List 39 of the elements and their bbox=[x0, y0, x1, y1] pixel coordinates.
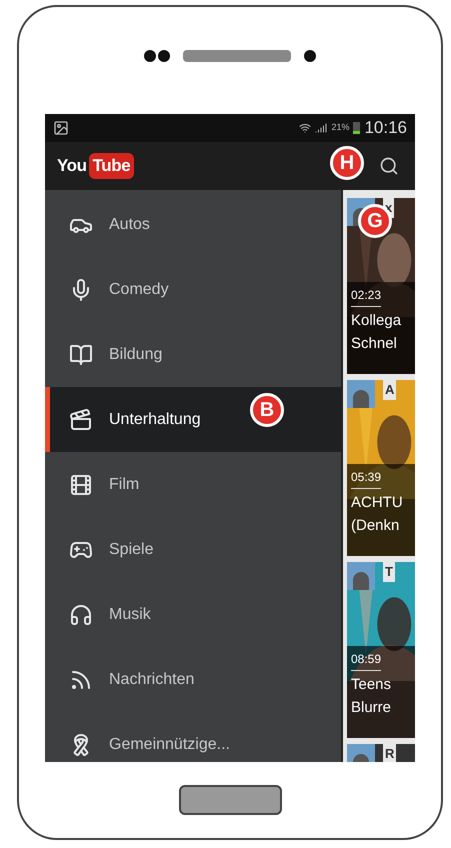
home-button[interactable] bbox=[178, 785, 282, 815]
camera-dots-icon bbox=[143, 48, 171, 62]
category-item[interactable]: Musik bbox=[45, 582, 341, 647]
video-duration: 05:39 bbox=[351, 468, 382, 489]
video-title: Kollega bbox=[351, 311, 402, 330]
logo: You Tube bbox=[57, 153, 134, 179]
category-item[interactable]: Film bbox=[45, 452, 341, 517]
category-item[interactable]: Autos bbox=[45, 192, 341, 257]
video-title: Schnel bbox=[351, 334, 398, 353]
channel-initial: A bbox=[383, 380, 396, 400]
video-duration: 08:59 bbox=[351, 650, 382, 671]
book-icon bbox=[69, 342, 93, 366]
channel-avatar bbox=[347, 380, 375, 408]
video-card[interactable]: R bbox=[347, 744, 415, 762]
image-icon bbox=[53, 120, 69, 136]
video-title: Teens bbox=[351, 675, 392, 694]
video-title: ACHTU bbox=[351, 493, 404, 512]
channel-avatar bbox=[347, 562, 375, 590]
clapperboard-icon bbox=[69, 408, 93, 432]
search-icon bbox=[379, 156, 399, 176]
battery-icon bbox=[353, 122, 360, 134]
film-reel-icon bbox=[69, 472, 93, 496]
channel-initial: T bbox=[383, 562, 395, 582]
video-title: Blurre bbox=[351, 698, 392, 717]
channel-initial: R bbox=[383, 744, 396, 762]
category-item[interactable]: Gemeinnützige... bbox=[45, 712, 341, 762]
video-title: (Denkn bbox=[351, 516, 400, 535]
headphones-icon bbox=[69, 602, 93, 626]
sensor-dot-icon bbox=[303, 48, 317, 62]
video-card[interactable]: A 05:39 ACHTU (Denkn bbox=[347, 380, 415, 556]
clock: 10:16 bbox=[364, 117, 407, 140]
video-duration: 02:23 bbox=[351, 286, 382, 307]
category-item[interactable]: Spiele bbox=[45, 517, 341, 582]
video-card[interactable]: T 08:59 Teens Blurre bbox=[347, 562, 415, 738]
category-item[interactable]: Comedy bbox=[45, 257, 341, 322]
category-item[interactable]: Bildung bbox=[45, 322, 341, 387]
category-item[interactable]: Nachrichten bbox=[45, 647, 341, 712]
signal-icon bbox=[315, 122, 328, 134]
battery-percent: 21% bbox=[331, 121, 350, 134]
